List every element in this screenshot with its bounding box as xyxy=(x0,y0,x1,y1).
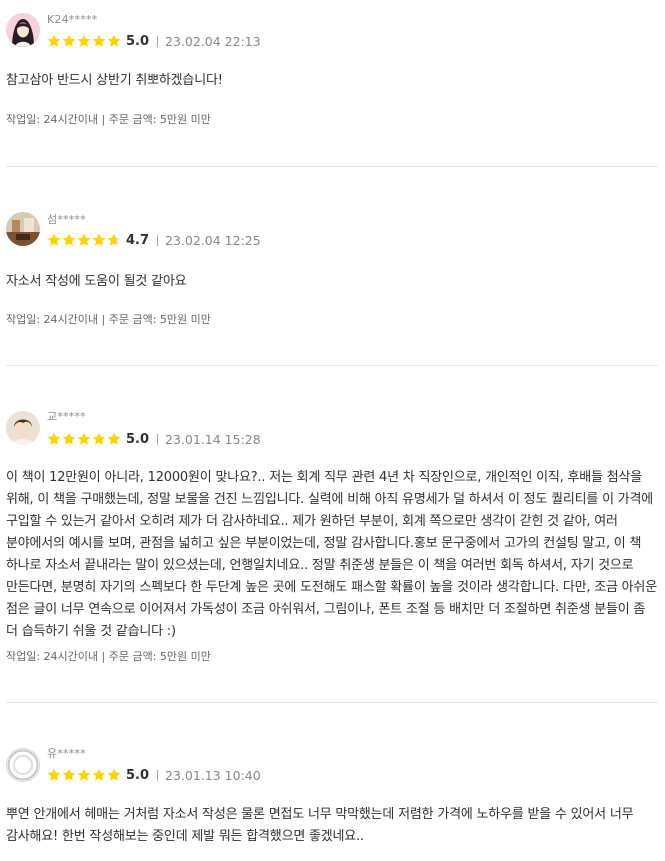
divider-bar xyxy=(157,35,159,47)
review-text: 참고삼아 반드시 상반기 취뽀하겠습니다! xyxy=(6,73,223,88)
star-icon xyxy=(77,768,91,781)
review-date: 23.02.04 22:13 xyxy=(165,33,261,49)
rating-row: 5.0 23.02.04 22:13 xyxy=(47,33,261,49)
review-date: 23.02.04 12:25 xyxy=(165,232,261,248)
review-date: 23.01.14 15:28 xyxy=(165,431,261,447)
divider-bar xyxy=(157,769,159,781)
star-icon xyxy=(62,34,76,47)
reviewer-avatar xyxy=(6,748,40,782)
reviewer-name: K24***** xyxy=(47,13,98,26)
review-meta: 작업일: 24시간이내 | 주문 금액: 5만원 미만 xyxy=(6,313,211,326)
star-rating xyxy=(47,432,121,446)
rating-score: 4.7 xyxy=(126,232,150,248)
reviewer-avatar xyxy=(6,13,40,47)
star-rating xyxy=(47,233,121,247)
rating-score: 5.0 xyxy=(126,33,150,49)
star-rating xyxy=(47,768,121,782)
star-icon xyxy=(47,768,61,781)
star-icon xyxy=(77,233,91,246)
reviewer-avatar xyxy=(6,212,40,246)
star-icon xyxy=(92,432,106,445)
star-icon xyxy=(107,432,121,445)
star-icon xyxy=(62,768,76,781)
rating-row: 4.7 23.02.04 12:25 xyxy=(47,232,261,248)
divider-bar xyxy=(157,234,159,246)
reviewer-name: 유***** xyxy=(47,747,86,760)
star-icon xyxy=(77,34,91,47)
star-icon xyxy=(62,233,76,246)
default-user-icon xyxy=(7,749,39,781)
star-icon xyxy=(92,34,106,47)
star-icon xyxy=(77,432,91,445)
star-rating xyxy=(47,34,121,48)
star-icon xyxy=(92,233,106,246)
star-icon xyxy=(47,233,61,246)
review-date: 23.01.13 10:40 xyxy=(165,767,261,783)
rating-row: 5.0 23.01.13 10:40 xyxy=(47,767,261,783)
review-divider xyxy=(6,702,658,703)
boy-portrait-icon xyxy=(6,411,40,445)
girl-portrait-icon xyxy=(6,13,40,47)
review-text: 이 책이 12만원이 아니라, 12000원이 맞나요?.. 저는 회계 직무 … xyxy=(6,470,657,639)
review-text: 뿌연 안개에서 헤매는 거처럼 자소서 작성은 물론 면접도 너무 막막했는데 … xyxy=(6,807,634,844)
rating-row: 5.0 23.01.14 15:28 xyxy=(47,431,261,447)
review-meta: 작업일: 24시간이내 | 주문 금액: 5만원 미만 xyxy=(6,113,211,126)
review-meta: 작업일: 24시간이내 | 주문 금액: 5만원 미만 xyxy=(6,650,211,663)
star-icon xyxy=(107,233,121,246)
star-icon xyxy=(107,34,121,47)
divider-bar xyxy=(157,433,159,445)
reviewer-avatar xyxy=(6,411,40,445)
room-photo-icon xyxy=(6,212,40,246)
star-icon xyxy=(107,768,121,781)
rating-score: 5.0 xyxy=(126,767,150,783)
review-divider xyxy=(6,365,658,366)
star-icon xyxy=(47,34,61,47)
rating-score: 5.0 xyxy=(126,431,150,447)
reviewer-name: 교***** xyxy=(47,410,86,423)
star-icon xyxy=(47,432,61,445)
star-icon xyxy=(92,768,106,781)
review-text: 자소서 작성에 도움이 될것 같아요 xyxy=(6,274,187,289)
star-icon xyxy=(62,432,76,445)
review-divider xyxy=(6,166,658,167)
reviewer-name: 섬***** xyxy=(47,213,86,226)
